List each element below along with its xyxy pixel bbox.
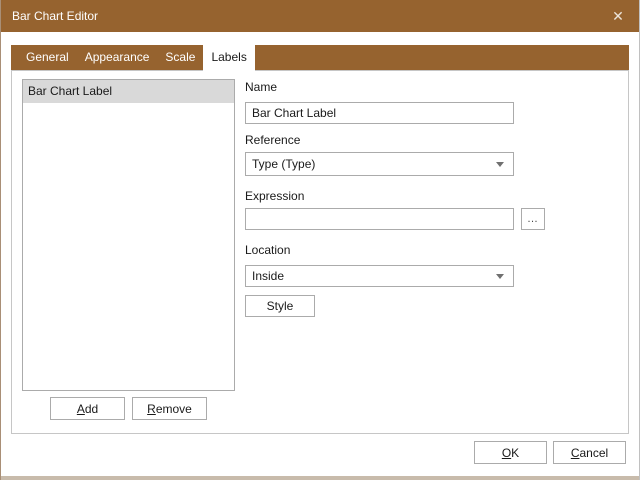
cancel-button-label: ancel bbox=[579, 445, 609, 460]
location-selected-value: Inside bbox=[252, 269, 285, 283]
titlebar: Bar Chart Editor ✕ bbox=[1, 0, 639, 32]
remove-button[interactable]: Remove bbox=[132, 397, 207, 420]
ellipsis-icon: … bbox=[527, 213, 539, 225]
list-item[interactable]: Bar Chart Label bbox=[23, 80, 234, 103]
expression-input[interactable] bbox=[245, 208, 514, 230]
add-button-label: dd bbox=[84, 401, 99, 416]
ok-button-mnemonic: O bbox=[501, 445, 512, 460]
window-title: Bar Chart Editor bbox=[12, 9, 99, 23]
style-button[interactable]: Style bbox=[245, 295, 315, 317]
tab-general[interactable]: General bbox=[18, 45, 77, 70]
tab-labels[interactable]: Labels bbox=[203, 45, 255, 72]
cancel-button[interactable]: Cancel bbox=[553, 441, 626, 464]
cancel-button-mnemonic: C bbox=[570, 445, 580, 460]
name-input[interactable] bbox=[245, 102, 514, 124]
name-label: Name bbox=[245, 80, 278, 94]
ok-button-label: K bbox=[511, 445, 520, 460]
reference-label: Reference bbox=[245, 133, 301, 147]
chevron-down-icon bbox=[496, 162, 504, 167]
tab-strip: General Appearance Scale Labels bbox=[11, 45, 629, 72]
expression-label: Expression bbox=[245, 189, 305, 203]
tab-appearance[interactable]: Appearance bbox=[77, 45, 158, 70]
labels-listbox[interactable]: Bar Chart Label bbox=[22, 79, 235, 391]
location-label: Location bbox=[245, 243, 291, 257]
remove-button-mnemonic: R bbox=[147, 401, 156, 416]
ok-button[interactable]: OK bbox=[474, 441, 547, 464]
labels-tab-panel: Bar Chart Label Add Remove Name Referenc… bbox=[11, 70, 629, 434]
reference-selected-value: Type (Type) bbox=[252, 157, 316, 171]
style-button-label: Style bbox=[266, 299, 294, 313]
bar-chart-editor-dialog: Bar Chart Editor ✕ General Appearance Sc… bbox=[0, 0, 640, 480]
add-button[interactable]: Add bbox=[50, 397, 125, 420]
chevron-down-icon bbox=[496, 274, 504, 279]
reference-dropdown[interactable]: Type (Type) bbox=[245, 152, 514, 176]
add-button-mnemonic: A bbox=[76, 401, 85, 416]
tab-scale[interactable]: Scale bbox=[157, 45, 203, 70]
location-dropdown[interactable]: Inside bbox=[245, 265, 514, 287]
remove-button-label: emove bbox=[155, 401, 192, 416]
window-border-bottom bbox=[1, 476, 639, 480]
expression-browse-button[interactable]: … bbox=[521, 208, 545, 230]
close-icon[interactable]: ✕ bbox=[601, 0, 635, 32]
